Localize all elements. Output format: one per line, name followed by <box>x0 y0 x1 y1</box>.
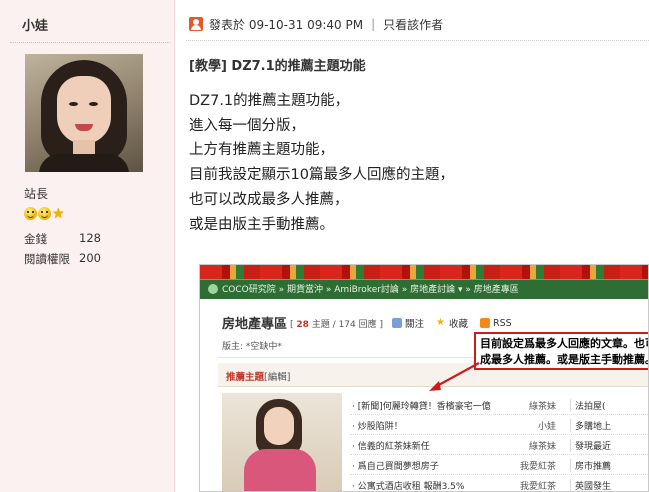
recommend-photo <box>222 393 342 491</box>
post-body: DZ7.1的推薦主題功能， 進入每一個分版， 上方有推薦主題功能， 目前我設定顯… <box>189 89 454 237</box>
favorite-button: ★ 收藏 <box>436 317 469 331</box>
rank-stars: ★ <box>24 207 66 221</box>
sun-icon <box>38 207 51 220</box>
embedded-screenshot[interactable]: COCO研究院 » 期貨當沖 » AmiBroker討論 » 房地產討論 ▾ »… <box>199 264 649 492</box>
rss-icon <box>480 318 491 328</box>
body-line: 進入每一個分版， <box>189 117 305 134</box>
post-date: 發表於 09-10-31 09:40 PM <box>209 17 364 32</box>
post-title: [教學] DZ7.1的推薦主題功能 <box>189 59 366 74</box>
breadcrumb: COCO研究院 » 期貨當沖 » AmiBroker討論 » 房地產討論 ▾ »… <box>208 282 519 295</box>
sun-icon <box>24 207 37 220</box>
forum-counts: [ 28 主題 / 174 回應 ] <box>290 320 384 330</box>
stat-money: 金錢 128 <box>24 231 101 247</box>
body-line: 目前我設定顯示10篇最多人回應的主題， <box>189 167 454 184</box>
user-panel: 小娃 站長 ★ 金錢 128 閱讀權限 200 <box>0 0 175 492</box>
list-item: · 爲自己買間夢想房子 我愛紅茶 房市推薦 <box>350 455 648 475</box>
stat-label: 閱讀權限 <box>24 252 70 266</box>
avatar[interactable] <box>25 54 143 172</box>
moderator-label: 版主: *空缺中* <box>222 342 282 352</box>
topic-count: 28 <box>296 320 309 330</box>
reply-count: 174 <box>338 320 356 330</box>
post-meta: 發表於 09-10-31 09:40 PM | 只看該作者 <box>189 15 443 33</box>
follow-icon <box>392 318 402 328</box>
list-item: · 炒股陷阱！ 小娃 多購地上 <box>350 415 648 435</box>
divider <box>186 40 649 41</box>
rss-button: RSS <box>480 316 512 330</box>
recommend-title: 推薦主題[編輯] <box>226 372 291 383</box>
follow-button: 關注 <box>392 316 424 330</box>
star-icon: ★ <box>436 317 445 328</box>
body-line: 或是由版主手動推薦。 <box>189 216 334 233</box>
forum-tools: 關注 ★ 收藏 RSS <box>392 316 512 330</box>
home-icon <box>208 283 218 294</box>
forum-name: 房地產專區 <box>222 317 288 332</box>
author-only-link[interactable]: 只看該作者 <box>383 16 443 33</box>
user-rank: 站長 <box>24 187 49 201</box>
stat-value: 200 <box>79 251 101 265</box>
body-line: 也可以改成最多人推薦， <box>189 191 349 208</box>
body-line: 上方有推薦主題功能， <box>189 142 334 159</box>
username[interactable]: 小娃 <box>22 15 48 34</box>
separator: | <box>371 17 376 31</box>
list-item: · 公寓式酒店收租 報酬3.5% 我愛紅茶 英國發生 <box>350 475 648 491</box>
annotation-arrow-icon <box>429 362 480 391</box>
list-item: · [新聞]何麗玲轉貸！香檳豪宅一億 綠茶妹 法拍屋( <box>350 395 648 415</box>
star-icon: ★ <box>52 206 65 222</box>
list-item: · 信義的紅茶妹新任 綠茶妹 發現最近 <box>350 435 648 455</box>
body-line: DZ7.1的推薦主題功能， <box>189 93 350 109</box>
stat-read-permission: 閱讀權限 200 <box>24 251 101 267</box>
stat-label: 金錢 <box>24 232 47 246</box>
stat-value: 128 <box>79 231 101 245</box>
breadcrumb-text: COCO研究院 » 期貨當沖 » AmiBroker討論 » 房地產討論 ▾ »… <box>222 285 519 295</box>
user-icon <box>189 17 203 31</box>
recommend-list: · [新聞]何麗玲轉貸！香檳豪宅一億 綠茶妹 法拍屋( · 炒股陷阱！ 小娃 多… <box>350 395 648 491</box>
divider <box>10 42 170 43</box>
annotation-callout: 目前設定爲最多人回應的文章。也可以 成最多人推薦。或是版主手動推薦。 <box>474 332 648 370</box>
